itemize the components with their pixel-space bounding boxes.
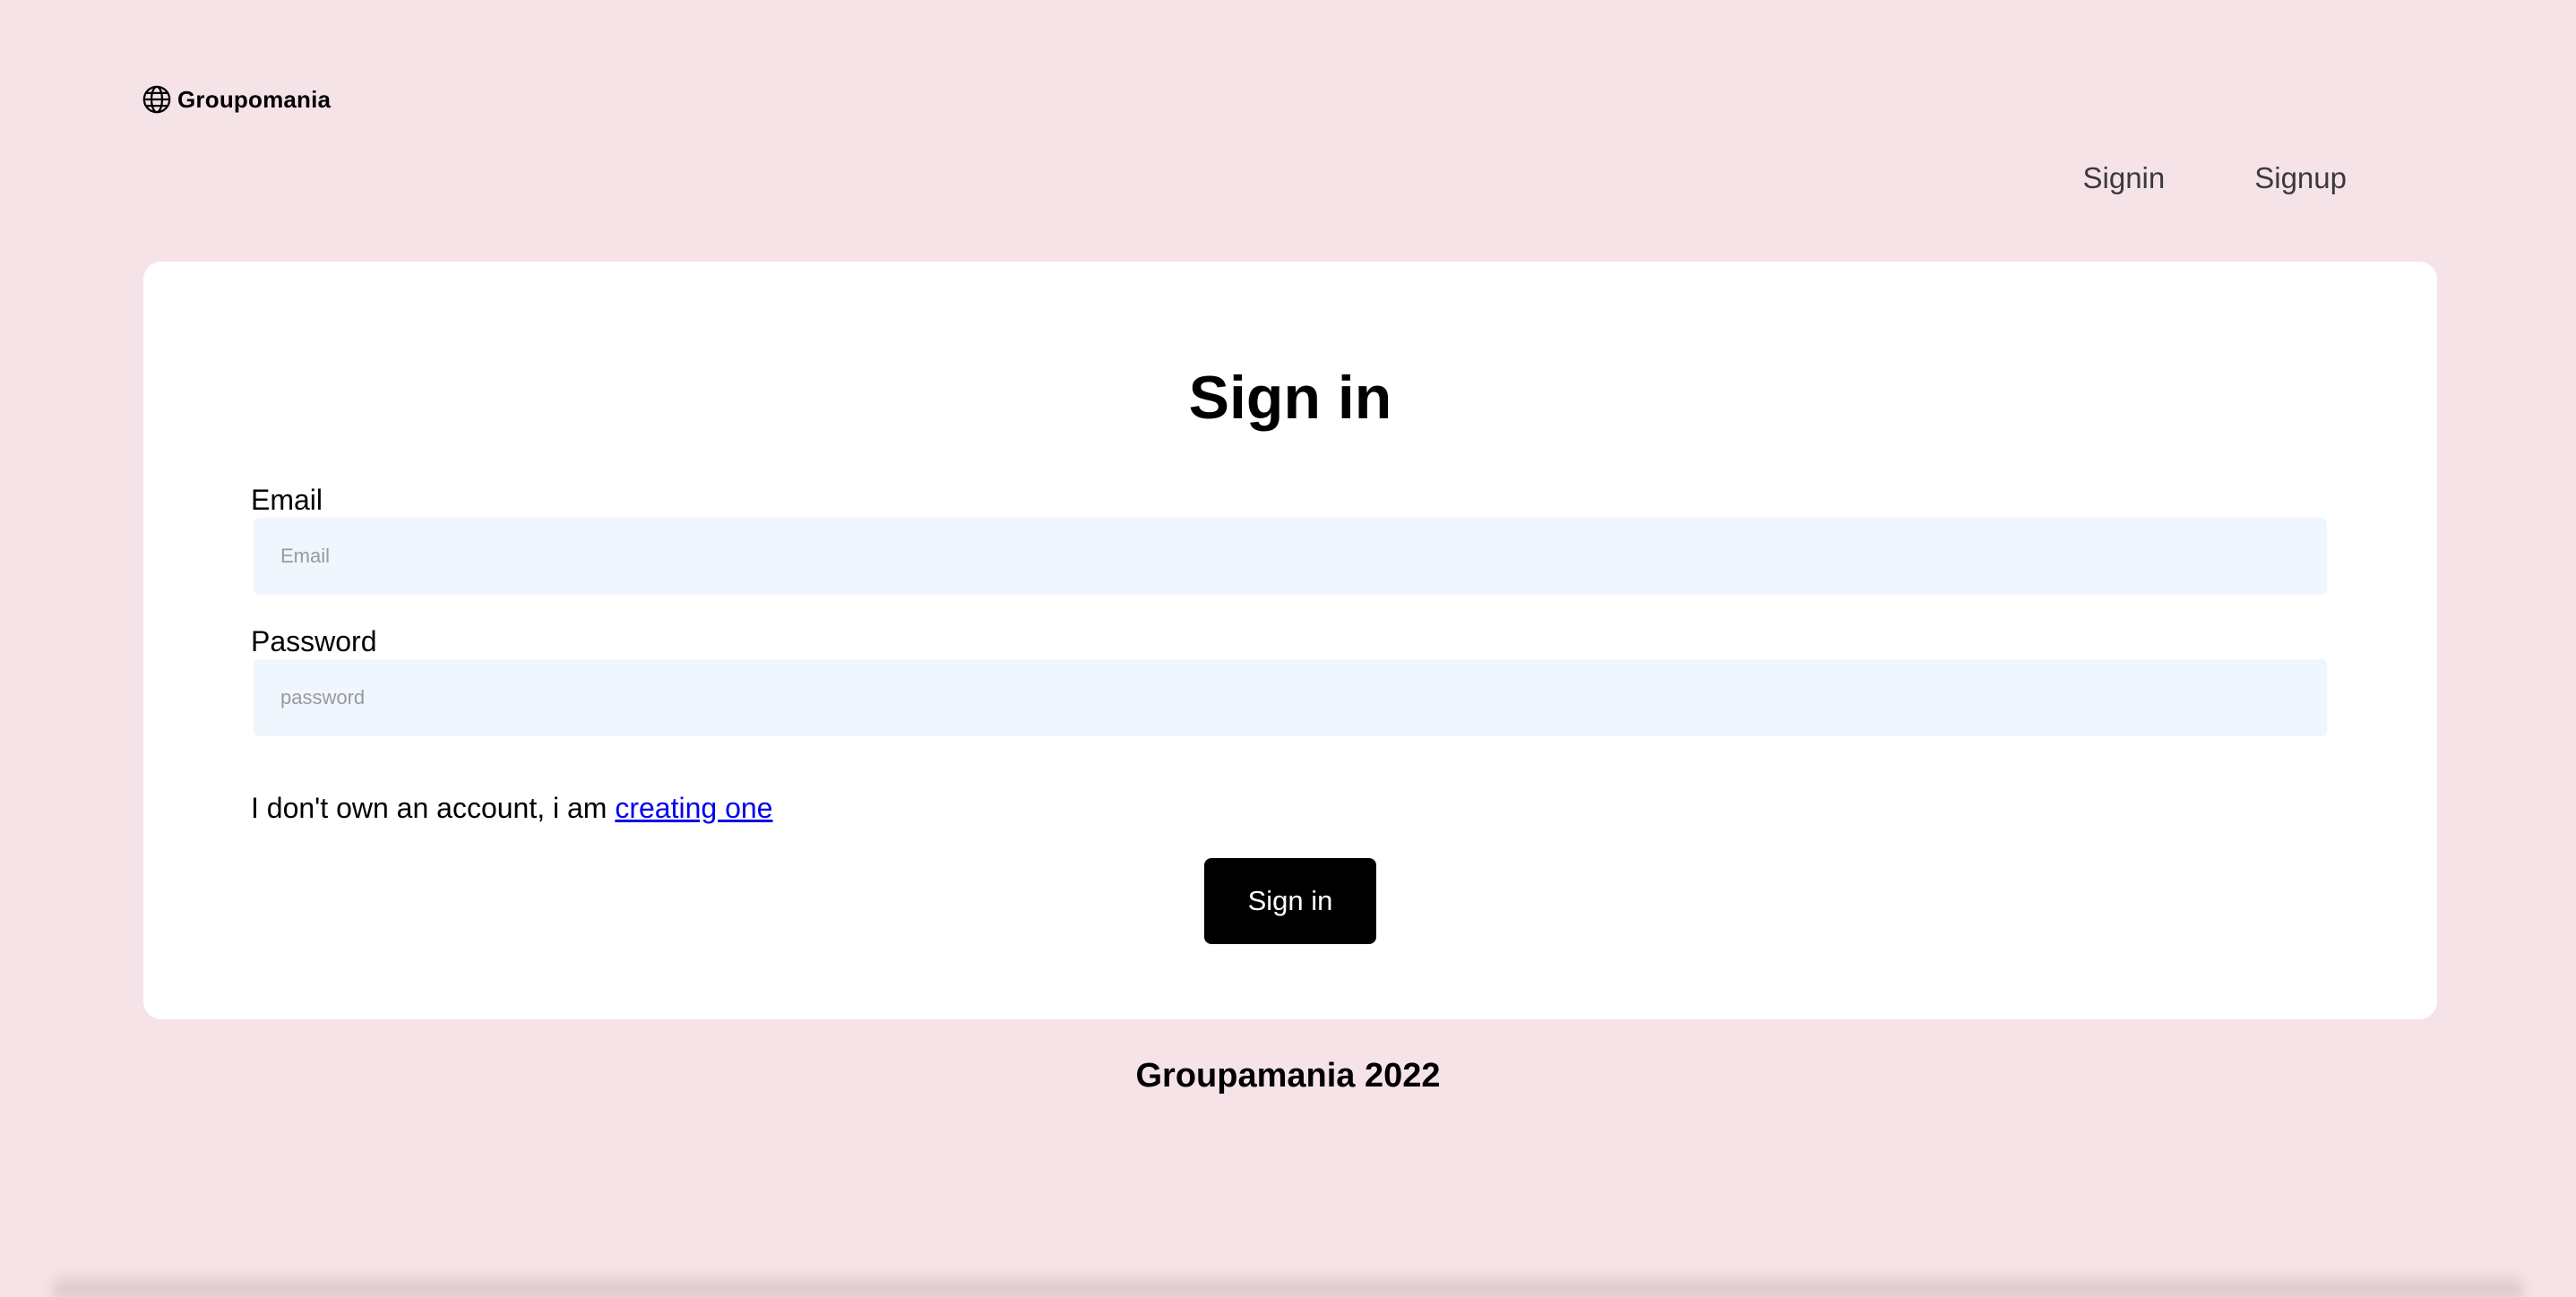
email-label: Email xyxy=(251,484,323,516)
globe-icon xyxy=(142,85,171,114)
email-input[interactable] xyxy=(254,518,2327,595)
footer-text: Groupamania 2022 xyxy=(1135,1057,1441,1095)
bottom-shadow xyxy=(54,1270,2522,1297)
nav-signin-link[interactable]: Signin xyxy=(2083,161,2166,195)
nav-signup-link[interactable]: Signup xyxy=(2254,161,2347,195)
top-nav: Signin Signup xyxy=(2083,161,2348,195)
password-input[interactable] xyxy=(254,659,2327,736)
brand-logo[interactable]: Groupomania xyxy=(142,84,331,115)
page-title: Sign in xyxy=(1188,364,1392,432)
create-account-link[interactable]: creating one xyxy=(615,792,772,824)
signin-button[interactable]: Sign in xyxy=(1204,858,1376,944)
password-label: Password xyxy=(251,625,377,657)
account-prompt-text: I don't own an account, i am xyxy=(251,792,616,824)
signin-card: Sign in Email Password I don't own an ac… xyxy=(143,262,2437,1019)
brand-name: Groupomania xyxy=(177,85,332,113)
account-prompt: I don't own an account, i am creating on… xyxy=(251,794,772,822)
